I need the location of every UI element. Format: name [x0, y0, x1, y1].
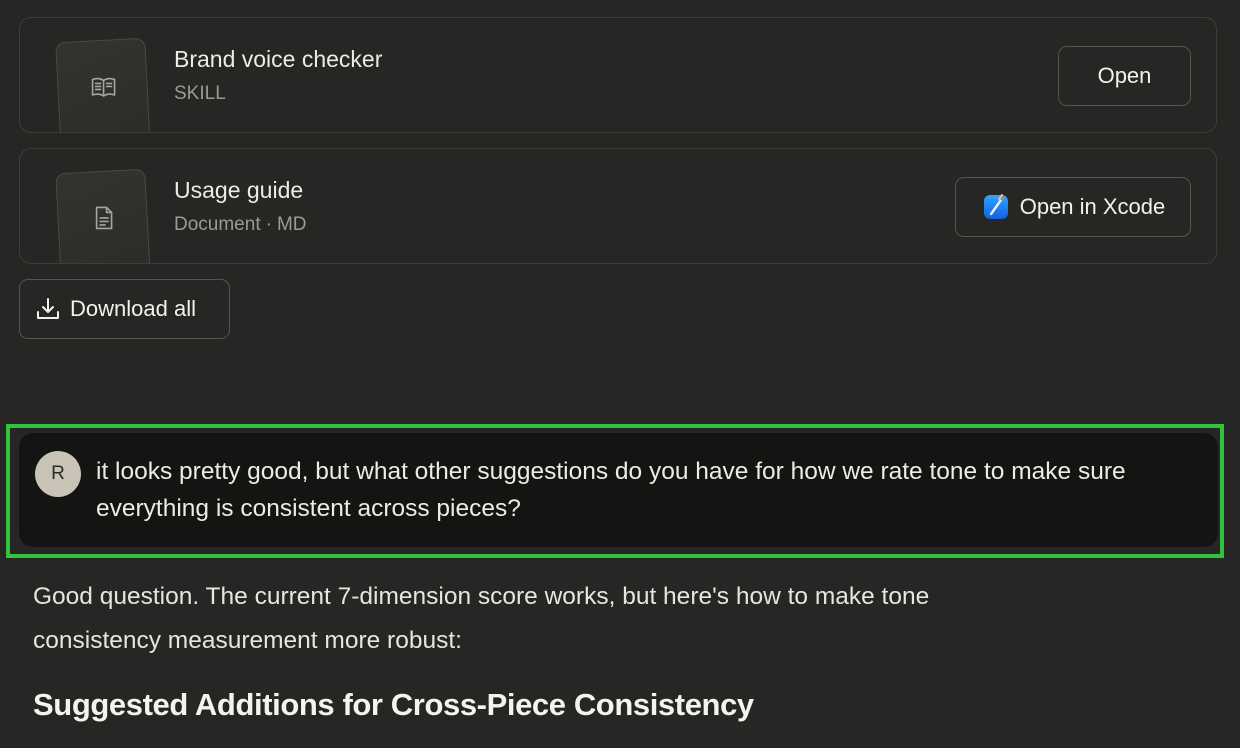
download-all-label: Download all: [70, 296, 196, 321]
assistant-intro-text: Good question. The current 7-dimension s…: [33, 583, 930, 654]
download-all-button[interactable]: Download all: [19, 279, 230, 339]
open-in-xcode-label: Open in Xcode: [1019, 194, 1166, 219]
user-message-text: it looks pretty good, but what other sug…: [96, 458, 1126, 522]
file-kind: Document: [174, 214, 261, 235]
assistant-section-heading: Suggested Additions for Cross-Piece Cons…: [33, 687, 754, 722]
user-message: R it looks pretty good, but what other s…: [19, 433, 1218, 547]
file-format: MD: [276, 214, 307, 235]
book-icon: [91, 77, 116, 97]
file-type-label: SKILL: [174, 83, 226, 104]
xcode-icon: [983, 194, 1008, 219]
meta-separator: ·: [265, 214, 272, 235]
download-icon: [37, 298, 59, 319]
file-meta: Document · MD: [174, 214, 307, 236]
chat-page: Brand voice checker SKILL Open Usage gui…: [0, 0, 1240, 748]
file-card-usage-guide[interactable]: Usage guide Document · MD Open in Xcode: [19, 148, 1217, 264]
open-in-xcode-button[interactable]: Open in Xcode: [955, 177, 1191, 237]
open-button[interactable]: Open: [1058, 46, 1191, 106]
avatar: R: [35, 451, 81, 497]
file-thumbnail: [55, 37, 151, 132]
file-title: Usage guide: [174, 177, 304, 203]
file-card-brand-voice-checker[interactable]: Brand voice checker SKILL Open: [19, 17, 1217, 133]
file-thumbnail: [55, 168, 151, 263]
file-title: Brand voice checker: [174, 46, 383, 72]
document-icon: [95, 206, 113, 230]
